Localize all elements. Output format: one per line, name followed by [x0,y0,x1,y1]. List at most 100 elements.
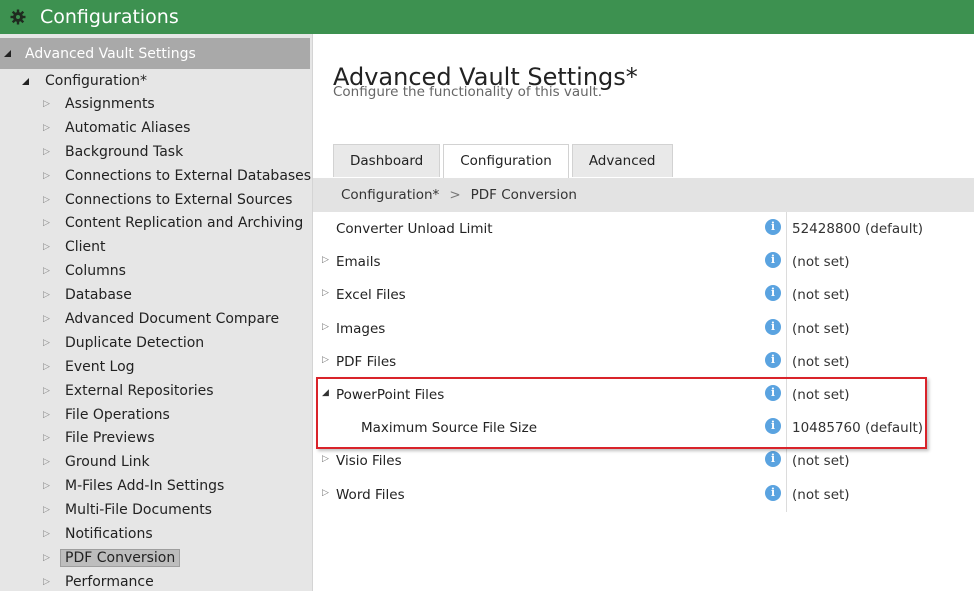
gear-icon [10,9,26,25]
info-icon[interactable]: i [765,451,781,468]
collapsed-triangle-icon[interactable]: ▷ [43,410,50,420]
collapsed-triangle-icon[interactable]: ▷ [43,433,50,443]
sidebar-item[interactable]: ▷ Automatic Aliases [0,118,310,142]
tab-dashboard[interactable]: Dashboard [333,144,441,177]
sidebar-item-label: Content Replication and Archiving [65,215,304,232]
collapsed-triangle-icon[interactable]: ▷ [43,362,50,372]
sidebar-item[interactable]: ▷ Advanced Document Compare [0,309,310,333]
info-icon[interactable]: i [765,219,781,235]
sidebar-item[interactable]: ▷ Connections to External Databases [0,166,312,190]
sidebar-item[interactable]: ▷ Columns [0,261,310,285]
collapsed-triangle-icon[interactable]: ▷ [43,218,50,228]
collapsed-triangle-icon[interactable]: ▷ [43,314,50,324]
sidebar-item-label: Connections to External Databases [65,167,312,184]
collapsed-triangle-icon[interactable]: ▷ [43,123,50,133]
collapsed-triangle-icon[interactable]: ▷ [43,195,50,205]
collapsed-triangle-icon[interactable]: ▷ [322,288,329,298]
collapsed-triangle-icon[interactable]: ▷ [43,577,50,587]
collapsed-triangle-icon[interactable]: ▷ [43,481,50,491]
settings-row[interactable]: Converter Unload Limit i 52428800 (default… [313,212,974,245]
sidebar-item[interactable]: ▷ PDF Conversion [0,548,310,572]
collapsed-triangle-icon[interactable]: ▷ [43,290,50,300]
setting-value[interactable]: (not set) [792,453,850,469]
setting-value[interactable]: (not set) [792,354,850,370]
collapsed-triangle-icon[interactable]: ▷ [43,242,50,252]
sidebar-item-label: Automatic Aliases [65,119,191,136]
collapsed-triangle-icon[interactable]: ▷ [43,386,50,396]
app-title: Configurations [40,6,179,28]
sidebar-item[interactable]: ▷ Assignments [0,94,310,118]
info-icon[interactable]: i [765,285,781,302]
settings-row[interactable]: ▷ Images i (not set) [313,312,974,345]
settings-grid: Converter Unload Limit i 52428800 (default… [313,212,974,511]
sidebar-item[interactable]: ▷ File Previews [0,428,310,452]
sidebar-item-label: Performance [65,573,154,590]
info-icon[interactable]: i [765,484,781,501]
collapsed-triangle-icon[interactable]: ▷ [43,338,50,348]
collapsed-triangle-icon[interactable]: ▷ [322,322,329,332]
sidebar-item[interactable]: ▷ Ground Link [0,452,310,476]
setting-value[interactable]: 52428800 (default) [792,221,923,237]
main-panel: Advanced Vault Settings* Configure the f… [313,34,974,591]
setting-name: Visio Files [336,453,402,470]
settings-row[interactable]: ▷ Visio Files i (not set) [313,444,974,477]
sidebar-item[interactable]: ▷ Background Task [0,142,310,166]
sidebar-item[interactable]: ▷ External Repositories [0,381,310,405]
settings-row[interactable]: ▷ Emails i (not set) [313,245,974,278]
sidebar-item[interactable]: ▷ Multi-File Documents [0,500,310,524]
sidebar-item[interactable]: ▷ Database [0,285,310,309]
sidebar-item[interactable]: ▷ M-Files Add-In Settings [0,476,310,500]
sidebar-item-label: Connections to External Sources [65,191,293,208]
collapsed-triangle-icon[interactable]: ▷ [43,529,50,539]
tree-item-label: Advanced Vault Settings [25,45,196,62]
collapsed-triangle-icon[interactable]: ▷ [43,457,50,467]
sidebar-item-label: File Operations [65,406,170,423]
collapsed-triangle-icon[interactable]: ▷ [43,553,50,563]
sidebar-item-label: File Previews [65,430,155,447]
collapsed-triangle-icon[interactable]: ▷ [43,99,50,109]
expanded-triangle-icon[interactable] [22,78,30,86]
collapsed-triangle-icon[interactable]: ▷ [322,255,329,265]
sidebar-item[interactable]: ▷ Client [0,237,310,261]
info-icon[interactable]: i [765,351,781,368]
collapsed-triangle-icon[interactable]: ▷ [43,505,50,515]
sidebar-item[interactable]: ▷ Performance [0,572,310,591]
setting-name: Images [336,320,386,337]
tab-advanced[interactable]: Advanced [571,144,673,177]
settings-row[interactable]: ▷ PDF Files i (not set) [313,345,974,378]
setting-name: Converter Unload Limit [336,221,493,237]
setting-value[interactable]: (not set) [792,287,850,303]
sidebar-item-label: PDF Conversion [60,548,181,567]
sidebar-item[interactable]: ▷ Notifications [0,524,310,548]
sidebar-item[interactable]: ▷ Duplicate Detection [0,333,310,357]
sidebar-item[interactable]: ▷ File Operations [0,405,310,429]
collapsed-triangle-icon[interactable]: ▷ [322,355,329,365]
sidebar-item-label: Assignments [65,96,155,112]
breadcrumb-configuration[interactable]: Configuration* [341,187,439,203]
title-bar: Configurations [0,0,974,34]
sidebar-item-label: Columns [65,263,126,280]
tree-item-configuration[interactable]: Configuration* [0,70,310,94]
sidebar-item-label: Notifications [65,526,153,543]
setting-name: Excel Files [336,287,406,304]
collapsed-triangle-icon[interactable]: ▷ [322,454,329,464]
sidebar-item[interactable]: ▷ Connections to External Sources [0,190,310,214]
settings-row[interactable]: ▷ Word Files i (not set) [313,478,974,511]
collapsed-triangle-icon[interactable]: ▷ [43,171,50,181]
setting-value[interactable]: (not set) [792,254,850,270]
tree-item-advanced-vault-settings[interactable]: Advanced Vault Settings [0,38,310,69]
collapsed-triangle-icon[interactable]: ▷ [322,488,329,498]
setting-value[interactable]: (not set) [792,321,850,337]
tab-configuration[interactable]: Configuration [443,144,569,179]
info-icon[interactable]: i [765,252,781,269]
settings-row[interactable]: ▷ Excel Files i (not set) [313,278,974,311]
setting-value[interactable]: (not set) [792,487,850,503]
expanded-triangle-icon[interactable] [4,50,12,58]
collapsed-triangle-icon[interactable]: ▷ [43,147,50,157]
info-icon[interactable]: i [765,318,781,335]
sidebar-item[interactable]: ▷ Content Replication and Archiving [0,213,310,237]
collapsed-triangle-icon[interactable]: ▷ [43,266,50,276]
sidebar-item[interactable]: ▷ Event Log [0,357,310,381]
setting-name: PDF Files [336,353,397,370]
sidebar-item-label: M-Files Add-In Settings [65,478,225,495]
